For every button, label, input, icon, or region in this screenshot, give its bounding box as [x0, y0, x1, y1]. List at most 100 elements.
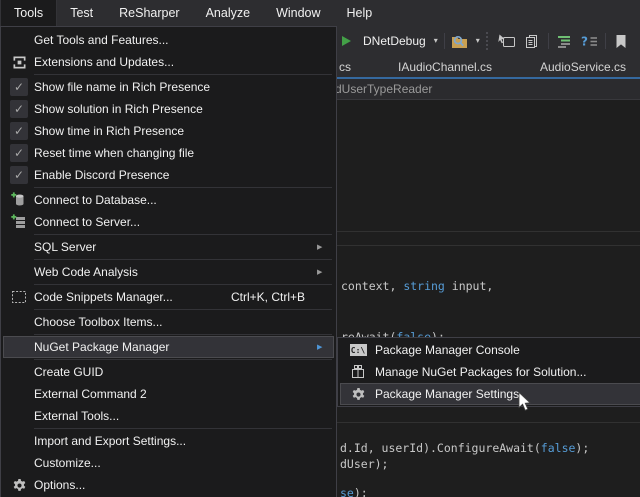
toolbar-separator	[548, 33, 549, 49]
editor-divider	[337, 245, 640, 246]
menu-item-reset-time-when-changing-file[interactable]: ✓Reset time when changing file	[3, 142, 334, 164]
editor-divider	[337, 422, 640, 423]
menu-item-label: SQL Server	[34, 240, 317, 254]
find-in-files-icon[interactable]	[451, 32, 470, 50]
menu-bar: ToolsTestReSharperAnalyzeWindowHelp	[0, 0, 640, 26]
check-icon-col: ✓	[4, 144, 34, 162]
menu-item-import-and-export-settings[interactable]: Import and Export Settings...	[3, 430, 334, 452]
menu-item-extensions-and-updates[interactable]: Extensions and Updates...	[3, 51, 334, 73]
snippets-icon	[11, 290, 27, 304]
breadcrumb-text: dUserTypeReader	[335, 82, 432, 96]
code-line: dUser);	[340, 457, 388, 471]
menu-item-options[interactable]: Options...	[3, 474, 334, 496]
gear-icon	[351, 387, 366, 402]
grip-dots	[486, 32, 492, 50]
editor-divider	[337, 231, 640, 232]
menu-icon-col	[4, 192, 34, 208]
menu-item-show-solution-in-rich-presence[interactable]: ✓ Show solution in Rich Presence	[3, 98, 334, 120]
menu-item-connect-to-server[interactable]: Connect to Server...	[3, 211, 334, 233]
dropdown-arrow-icon[interactable]: ▾	[434, 37, 438, 45]
menu-item-package-manager-settings[interactable]: Package Manager Settings	[340, 383, 640, 405]
menu-item-customize[interactable]: Customize...	[3, 452, 334, 474]
menu-item-label: Show solution in Rich Presence	[34, 102, 317, 116]
menu-item-choose-toolbox-items[interactable]: Choose Toolbox Items...	[3, 311, 334, 333]
menubar-item-resharper[interactable]: ReSharper	[106, 0, 192, 26]
menubar-item-tools[interactable]: Tools	[0, 0, 57, 26]
menu-item-external-command-2[interactable]: External Command 2	[3, 383, 334, 405]
menu-item-label: External Command 2	[34, 387, 317, 401]
check-icon-col: ✓	[4, 78, 34, 96]
bookmark-icon	[615, 34, 627, 49]
check-icon: ✓	[10, 122, 28, 140]
submenu-arrow-icon: ▶	[317, 268, 333, 276]
menu-item-label: Connect to Server...	[34, 215, 317, 229]
tab-audioservice-cs[interactable]: AudioService.cs	[540, 56, 626, 77]
menubar-item-help[interactable]: Help	[334, 0, 386, 26]
toolbar-separator	[444, 33, 445, 49]
menu-item-label: Extensions and Updates...	[34, 55, 317, 69]
menu-icon-col: C:\	[341, 344, 375, 356]
code-token: d.Id, userId).ConfigureAwait(	[340, 441, 541, 455]
menu-item-show-file-name-in-rich-presence[interactable]: ✓Show file name in Rich Presence	[3, 76, 334, 98]
menu-item-package-manager-console[interactable]: C:\Package Manager Console	[340, 339, 640, 361]
menu-item-label: NuGet Package Manager	[34, 340, 317, 354]
check-icon: ✓	[10, 100, 28, 118]
menu-item-show-time-in-rich-presence[interactable]: ✓ Show time in Rich Presence	[3, 120, 334, 142]
menu-item-nuget-package-manager[interactable]: NuGet Package Manager▶	[3, 336, 334, 358]
gear-icon	[12, 478, 27, 493]
menu-item-manage-nuget-packages-for-solution[interactable]: Manage NuGet Packages for Solution...	[340, 361, 640, 383]
tab-iaudiochannel-cs[interactable]: IAudioChannel.cs	[398, 56, 492, 77]
check-icon-col: ✓	[4, 166, 34, 184]
play-icon	[340, 35, 352, 47]
menu-item-code-snippets-manager[interactable]: Code Snippets Manager...Ctrl+K, Ctrl+B	[3, 286, 334, 308]
svg-text:?: ?	[581, 35, 588, 49]
menu-item-label: Package Manager Console	[375, 343, 627, 357]
comment-question-icon[interactable]: ?	[580, 32, 599, 50]
menu-item-external-tools[interactable]: External Tools...	[3, 405, 334, 427]
menubar-item-window[interactable]: Window	[263, 0, 333, 26]
menu-icon-col	[341, 364, 375, 380]
code-line: se);	[340, 486, 368, 497]
menu-item-label: Options...	[34, 478, 317, 492]
code-line: context, string input,	[341, 279, 493, 293]
menu-item-label: Customize...	[34, 456, 317, 470]
menu-item-get-tools-and-features[interactable]: Get Tools and Features...	[3, 29, 334, 51]
menu-item-web-code-analysis[interactable]: Web Code Analysis▶	[3, 261, 334, 283]
tab-cs[interactable]: cs	[339, 56, 351, 77]
menu-item-label: Reset time when changing file	[34, 146, 317, 160]
package-icon	[350, 364, 366, 380]
code-token: string	[403, 279, 445, 293]
menu-item-create-guid[interactable]: Create GUID	[3, 361, 334, 383]
nuget-submenu: C:\Package Manager Console Manage NuGet P…	[337, 337, 640, 407]
code-token: context,	[341, 279, 403, 293]
bookmark-icon[interactable]	[612, 32, 631, 50]
play-icon[interactable]	[336, 32, 355, 50]
check-icon: ✓	[10, 166, 28, 184]
menu-item-label: Manage NuGet Packages for Solution...	[375, 365, 627, 379]
navigate-to-icon[interactable]	[498, 32, 517, 50]
menu-item-sql-server[interactable]: SQL Server▶	[3, 236, 334, 258]
menu-item-label: Enable Discord Presence	[34, 168, 317, 182]
toolbar-separator	[605, 33, 606, 49]
submenu-arrow-icon: ▶	[317, 343, 333, 351]
menu-item-connect-to-database[interactable]: Connect to Database...	[3, 189, 334, 211]
copy-code-icon[interactable]	[523, 32, 542, 50]
menu-item-enable-discord-presence[interactable]: ✓ Enable Discord Presence	[3, 164, 334, 186]
code-token: );	[575, 441, 589, 455]
menubar-item-analyze[interactable]: Analyze	[193, 0, 263, 26]
indent-lines-icon	[556, 34, 572, 48]
navigate-to-icon	[498, 34, 516, 48]
check-icon: ✓	[10, 78, 28, 96]
dropdown-arrow-icon[interactable]: ▾	[476, 37, 480, 45]
menu-item-label: Choose Toolbox Items...	[34, 315, 317, 329]
code-token: );	[354, 486, 368, 497]
run-config-label[interactable]: DNetDebug	[361, 34, 428, 48]
menu-icon-col	[4, 55, 34, 70]
menu-item-label: Code Snippets Manager...	[34, 290, 231, 304]
menu-item-label: Show time in Rich Presence	[34, 124, 317, 138]
vs-window: DNetDebug ▾ ▾? cs IAudioChannel.cs AudioServ…	[0, 0, 640, 497]
menu-icon-col	[4, 214, 34, 230]
comment-question-icon: ?	[581, 34, 598, 48]
menubar-item-test[interactable]: Test	[57, 0, 106, 26]
indent-lines-icon[interactable]	[555, 32, 574, 50]
